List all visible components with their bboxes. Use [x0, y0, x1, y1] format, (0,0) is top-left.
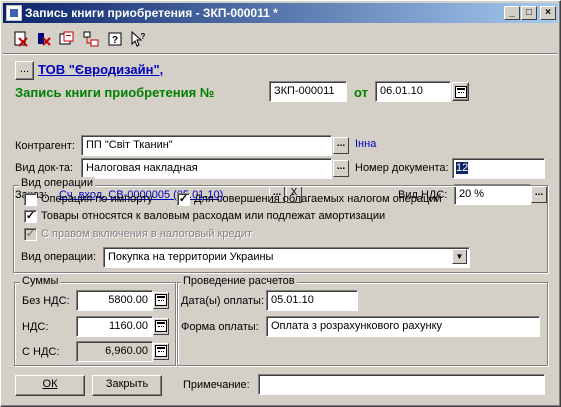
structure-icon[interactable] [82, 31, 100, 49]
no-vat-label: Без НДС: [22, 295, 70, 307]
document-number-field[interactable]: ЗКП-000011 [269, 81, 347, 102]
no-vat-calc-button[interactable] [153, 292, 169, 309]
calculator-icon [155, 320, 167, 332]
taxable-label: Для совершения облагаемых налогом операц… [194, 193, 442, 205]
document-date-field[interactable]: 06.01.10 [375, 81, 451, 102]
tax-credit-checkbox[interactable]: ✓ [24, 228, 37, 241]
close-form-button-label: Закрыть [105, 378, 149, 390]
close-form-button[interactable]: Закрыть [92, 375, 162, 396]
doc-type-field[interactable]: Налоговая накладная [81, 158, 332, 179]
import-label: Операция по импорту [41, 193, 153, 205]
close-button[interactable]: × [540, 6, 556, 20]
payment-dates-label: Дата(ы) оплаты: [181, 295, 265, 307]
toolbar-separator [3, 53, 558, 55]
op-type-select[interactable]: Покупка на территории Украины ▼ [103, 247, 470, 268]
title-bar[interactable]: Запись книги приобретения - ЗКП-000011 *… [3, 3, 558, 23]
calendar-icon [455, 86, 467, 98]
delete-doc-icon[interactable] [12, 31, 30, 49]
calculator-icon [155, 345, 167, 357]
no-vat-field[interactable]: 5800.00 [76, 290, 153, 311]
counterparty-field[interactable]: ПП "Світ Тканин" [81, 135, 332, 156]
with-vat-label: С НДС: [22, 346, 60, 358]
op-type-value: Покупка на территории Украины [108, 251, 274, 263]
op-type-label: Вид операции: [21, 251, 97, 263]
help-icon[interactable]: ? [106, 31, 124, 49]
calendar-button[interactable] [452, 82, 469, 101]
window-title: Запись книги приобретения - ЗКП-000011 * [25, 6, 278, 20]
svg-text:?: ? [141, 32, 146, 41]
vat-calc-button[interactable] [153, 318, 169, 335]
doc-number-label: Номер документа: [355, 162, 449, 174]
operation-legend: Вид операции [19, 177, 95, 189]
app-icon [6, 5, 22, 21]
note-label: Примечание: [183, 379, 250, 391]
context-help-icon[interactable]: ? [129, 30, 147, 49]
sums-legend: Суммы [20, 275, 61, 287]
payment-form-label: Форма оплаты: [181, 321, 259, 333]
maximize-button[interactable]: □ [521, 6, 537, 20]
minimize-button[interactable]: _ [504, 6, 520, 20]
calculator-icon [155, 294, 167, 306]
note-field[interactable] [258, 374, 545, 395]
copy-doc-icon[interactable] [58, 31, 76, 49]
chevron-down-icon[interactable]: ▼ [452, 249, 467, 264]
doc-number-value: 12 [456, 162, 469, 174]
company-select-button[interactable]: ... [15, 61, 34, 80]
ok-button[interactable]: ОК [15, 375, 85, 396]
taxable-checkbox[interactable]: ✓ [177, 193, 190, 206]
counterparty-label: Контрагент: [15, 140, 75, 152]
doc-type-select-button[interactable]: ... [333, 160, 349, 177]
counterparty-select-button[interactable]: ... [333, 137, 349, 154]
gross-expenses-label: Товары относятся к валовым расходам или … [41, 210, 386, 222]
document-window: Запись книги приобретения - ЗКП-000011 *… [0, 0, 561, 407]
import-checkbox[interactable] [24, 193, 37, 206]
payment-form-field[interactable]: Оплата з розрахункового рахунку [266, 316, 540, 337]
company-link[interactable]: ТОВ "Євродизайн", [38, 62, 163, 77]
vat-label: НДС: [22, 321, 49, 333]
document-heading: Запись книги приобретения № [15, 85, 215, 100]
gross-expenses-checkbox[interactable]: ✓ [24, 210, 37, 223]
delete-x-icon[interactable] [35, 31, 53, 49]
with-vat-field: 6,960.00 [76, 341, 153, 362]
counterparty-note: Інна [355, 138, 377, 150]
doc-type-label: Вид док-та: [15, 162, 74, 174]
payment-dates-field[interactable]: 05.01.10 [266, 290, 358, 311]
ok-button-label: ОК [42, 378, 58, 390]
date-from-label: от [354, 85, 368, 100]
payment-legend: Проведение расчетов [181, 275, 297, 287]
with-vat-calc-button[interactable] [153, 343, 169, 360]
toolbar: ? ? [3, 25, 558, 53]
doc-number-field[interactable]: 12 [452, 158, 545, 179]
svg-text:?: ? [112, 35, 118, 46]
vat-field[interactable]: 1160.00 [76, 316, 153, 337]
tax-credit-label: С правом включения в налоговый кредит [41, 228, 252, 240]
